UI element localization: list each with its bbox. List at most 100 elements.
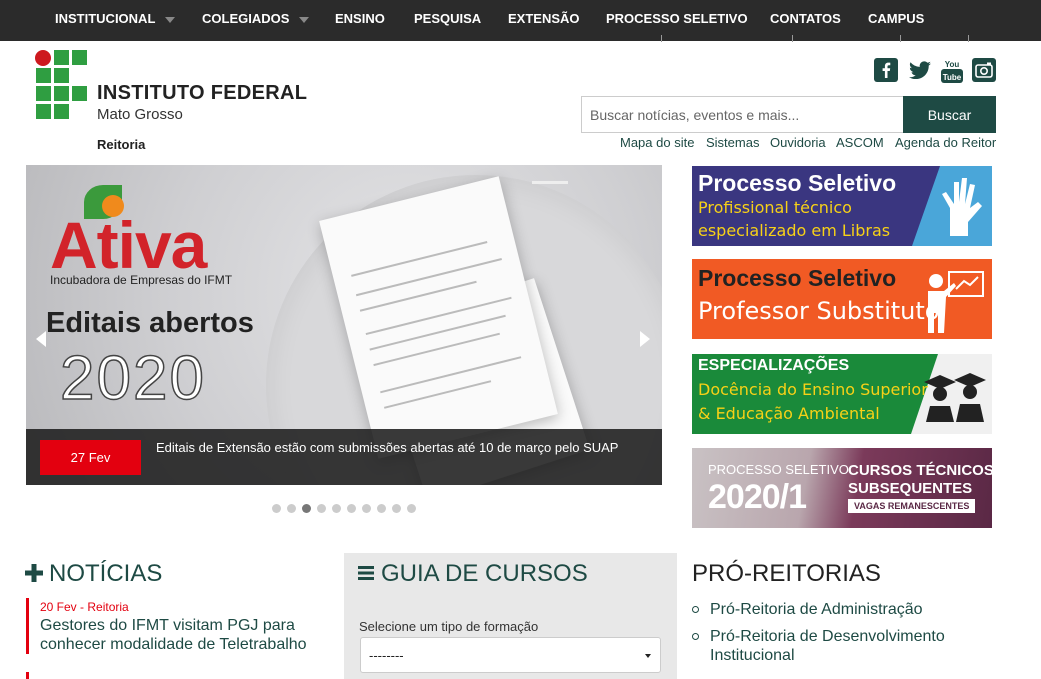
banner-line2: 2020/1 [708, 478, 807, 516]
logo-square [36, 104, 51, 119]
logo-square [72, 50, 87, 65]
nav-item-processo-seletivo[interactable]: PROCESSO SELETIVO [606, 11, 748, 26]
pro-reitoria-link[interactable]: Pró-Reitoria de Administração [710, 600, 1000, 619]
news-meta: 20 Fev - Reitoria [40, 600, 129, 614]
search-input[interactable] [581, 96, 903, 133]
nav-divider [792, 35, 793, 42]
doc-line [373, 332, 500, 367]
facebook-icon[interactable] [874, 58, 898, 82]
logo-dot [35, 50, 51, 66]
doc-line [380, 356, 522, 394]
banner-line3: & Educação Ambiental [698, 404, 880, 423]
nav-item-pesquisa[interactable]: PESQUISA [414, 11, 481, 26]
banner-libras[interactable]: Processo Seletivo Profissional técnico e… [692, 166, 992, 246]
slider-dot[interactable] [362, 504, 371, 513]
search-button[interactable]: Buscar [903, 96, 996, 133]
util-link-ascom[interactable]: ASCOM [836, 135, 884, 150]
pro-reitorias-title: PRÓ-REITORIAS [692, 560, 881, 587]
banner-line1: Processo Seletivo [698, 170, 897, 196]
slider-dot[interactable] [287, 504, 296, 513]
util-link-agenda[interactable]: Agenda do Reitor [895, 135, 996, 150]
nav-label: COLEGIADOS [202, 11, 290, 26]
doc-line [383, 380, 492, 409]
slide-logo-text: Ativa [50, 208, 207, 282]
slider-dot[interactable] [392, 504, 401, 513]
logo-square [54, 68, 69, 83]
slide-caption-text[interactable]: Editais de Extensão estão com submissões… [156, 440, 618, 455]
formation-select-value: -------- [369, 648, 404, 663]
list-bullet [692, 633, 699, 640]
chevron-down-icon [165, 16, 176, 23]
logo-square [54, 50, 69, 65]
util-link-sistemas[interactable]: Sistemas [706, 135, 759, 150]
logo-square [54, 86, 69, 101]
doc-line [351, 241, 488, 277]
banner-cursos-subsequentes[interactable]: PROCESSO SELETIVO 2020/1 CURSOS TÉCNICOS… [692, 448, 992, 528]
nav-item-extensao[interactable]: EXTENSÃO [508, 11, 580, 26]
brand-title: INSTITUTO FEDERAL [97, 82, 308, 104]
slide-date-badge: 27 Fev [40, 440, 141, 475]
slider-dot[interactable] [317, 504, 326, 513]
pro-reitoria-link[interactable]: Pró-Reitoria de Desenvolvimento Instituc… [710, 627, 1000, 665]
doc-line [369, 314, 506, 351]
util-link-mapa[interactable]: Mapa do site [620, 135, 694, 150]
banner-line1: PROCESSO SELETIVO [708, 462, 849, 477]
slide-logo-subtitle: Incubadora de Empresas do IFMT [50, 273, 233, 287]
nav-item-campus[interactable]: CAMPUS [868, 11, 924, 26]
nav-label: INSTITUCIONAL [55, 11, 156, 26]
slider-next-arrow[interactable] [640, 331, 650, 347]
news-title[interactable]: Gestores do IFMT visitam PGJ para conhec… [40, 616, 330, 654]
slide-indicator [532, 181, 568, 184]
slider-dot[interactable] [347, 504, 356, 513]
youtube-icon[interactable]: You Tube [940, 58, 964, 83]
twitter-icon[interactable] [907, 58, 931, 82]
banner-line1: ESPECIALIZAÇÕES [698, 357, 850, 374]
banner-line3: especializado em Libras [698, 221, 891, 240]
slider-dot[interactable] [407, 504, 416, 513]
brand-unit: Reitoria [97, 137, 146, 152]
banner-line2: Docência do Ensino Superior [698, 380, 928, 399]
slider-dot-active[interactable] [302, 504, 311, 513]
list-bullet [692, 606, 699, 613]
news-marker [26, 598, 29, 654]
instagram-icon[interactable] [972, 58, 996, 82]
banner-professor-substituto[interactable]: Processo Seletivo Professor Substituto [692, 259, 992, 339]
formation-select[interactable]: -------- [360, 637, 661, 673]
banner-line4: SUBSEQUENTES [848, 480, 973, 497]
logo-square [36, 68, 51, 83]
guia-section-title: GUIA DE CURSOS [381, 560, 588, 587]
nav-item-institucional[interactable]: INSTITUCIONAL [55, 11, 176, 26]
list-icon [358, 566, 374, 580]
formation-select-label: Selecione um tipo de formação [359, 619, 539, 634]
news-section-title: NOTÍCIAS [49, 560, 163, 587]
plus-icon [25, 564, 43, 582]
svg-text:You: You [945, 60, 960, 69]
banner-line2: Professor Substituto [698, 297, 940, 325]
nav-item-contatos[interactable]: CONTATOS [770, 11, 841, 26]
nav-item-colegiados[interactable]: COLEGIADOS [202, 11, 310, 26]
banner-line2: Profissional técnico [698, 198, 852, 217]
nav-item-ensino[interactable]: ENSINO [335, 11, 385, 26]
news-marker [26, 672, 29, 679]
banner-especializacoes[interactable]: ESPECIALIZAÇÕES Docência do Ensino Super… [692, 354, 992, 434]
banner-line1: Processo Seletivo [698, 265, 897, 291]
slider-dot[interactable] [377, 504, 386, 513]
sign-language-icon [942, 178, 982, 236]
slide-caption[interactable]: 27 Fev Editais de Extensão estão com sub… [26, 429, 662, 485]
slider-dot[interactable] [332, 504, 341, 513]
chevron-down-icon [645, 654, 651, 658]
doc-line [355, 257, 502, 297]
hero-slider[interactable]: Ativa Incubadora de Empresas do IFMT Edi… [26, 165, 662, 485]
logo-square [36, 86, 51, 101]
banner-line3: CURSOS TÉCNICOS [848, 462, 992, 479]
slider-prev-arrow[interactable] [36, 331, 46, 347]
slider-dot[interactable] [272, 504, 281, 513]
slide-headline: Editais abertos [46, 307, 254, 339]
util-link-ouvidoria[interactable]: Ouvidoria [770, 135, 826, 150]
if-logo[interactable] [34, 49, 90, 121]
svg-text:Tube: Tube [943, 73, 962, 82]
nav-divider [968, 35, 969, 42]
nav-divider [900, 35, 901, 42]
brand-subtitle: Mato Grosso [97, 106, 183, 123]
nav-divider [661, 35, 662, 42]
